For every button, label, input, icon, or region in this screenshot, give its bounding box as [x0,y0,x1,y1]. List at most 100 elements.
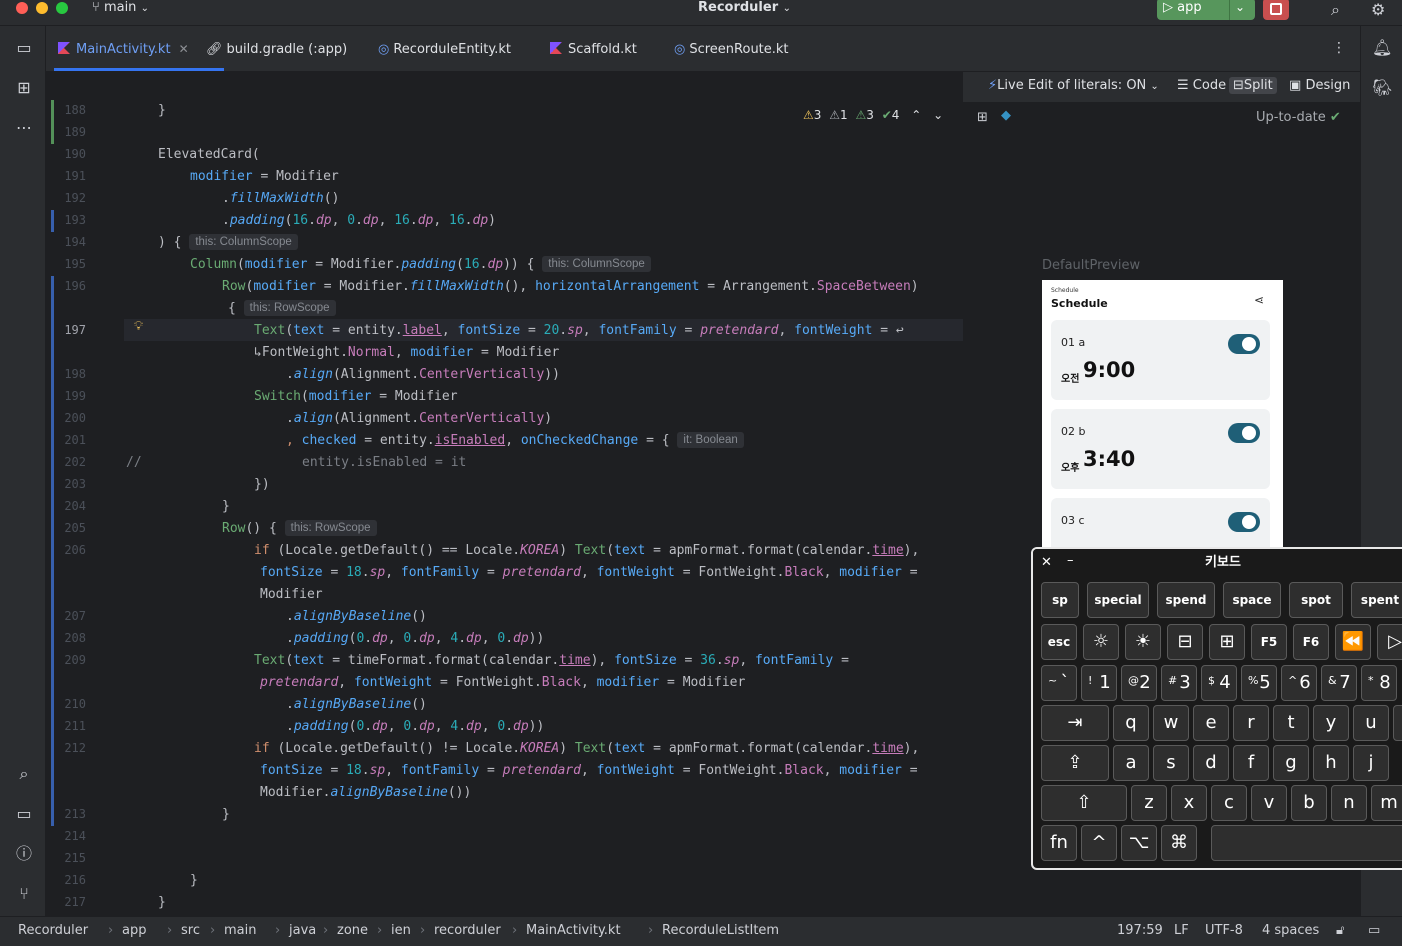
letter-key[interactable]: w [1153,705,1189,741]
letter-key[interactable]: x [1171,785,1207,821]
letter-key[interactable]: h [1313,745,1349,781]
memory-icon[interactable]: ▭ [1368,923,1380,938]
letter-key[interactable]: n [1331,785,1367,821]
number-key[interactable]: ~ ` [1041,665,1077,701]
layers-icon[interactable]: ◆ [1001,108,1011,123]
letter-key[interactable]: j [1353,745,1389,781]
line-separator[interactable]: LF [1174,923,1189,938]
breadcrumb-item[interactable]: app [122,923,146,938]
function-key[interactable]: ⊞ [1209,624,1245,660]
stop-button[interactable] [1263,0,1289,20]
git-icon[interactable]: ⑂ [14,884,34,904]
design-mode-button[interactable]: ▣ Design [1285,77,1354,94]
tab-mainactivity[interactable]: MainActivity.kt ✕ [58,42,189,57]
more-icon[interactable]: ⋯ [14,118,34,138]
tab-recorduleentity[interactable]: ◎ RecorduleEntity.kt [378,42,511,57]
search-icon[interactable]: ⌕ [1331,0,1340,20]
function-key[interactable]: ⏪ [1335,624,1371,660]
number-key[interactable]: $4 [1201,665,1237,701]
suggestion-key[interactable]: spend [1157,582,1215,618]
structure-icon[interactable]: ⊞ [14,78,34,98]
number-key[interactable]: & 7 [1321,665,1357,701]
inspection-widget[interactable]: ⚠3 ⚠1 ⚠3 ✔4 ⌃ ⌄ [803,108,943,122]
letter-key[interactable]: b [1291,785,1327,821]
letter-key[interactable]: z [1131,785,1167,821]
suggestion-key[interactable]: space [1223,582,1281,618]
terminal-icon[interactable]: ▭ [14,804,34,824]
letter-key[interactable]: i [1393,705,1402,741]
suggestion-key[interactable]: sp [1041,582,1079,618]
tab-build-gradle[interactable]: 🔗︎ build.gradle (:app) [206,42,347,57]
number-key[interactable]: ^ 6 [1281,665,1317,701]
zoom-window-button[interactable] [56,2,68,14]
gear-icon[interactable]: ⚙ [1371,0,1385,19]
cursor-position[interactable]: 197:59 [1117,923,1163,938]
function-key[interactable]: ⊟ [1167,624,1203,660]
letter-key[interactable]: q [1113,705,1149,741]
number-key[interactable]: ! 1 [1081,665,1117,701]
search-icon[interactable]: ⌕ [14,764,34,784]
layout-icon[interactable]: ⊞ [977,110,988,125]
letter-key[interactable]: a [1113,745,1149,781]
close-window-button[interactable] [16,2,28,14]
code-editor[interactable]: 188 189 190 191 192 193 194 195 196 197 198 199 200 2… [46,100,1008,916]
letter-key[interactable]: s [1153,745,1189,781]
lightbulb-icon[interactable]: 💡︎ [134,319,143,334]
number-key[interactable]: % 5 [1241,665,1277,701]
live-edit-toggle[interactable]: ⚡︎Live Edit of literals: ON ⌄ [988,78,1159,93]
run-config-button[interactable]: ▷ app ⌄ [1157,0,1255,20]
notifications-icon[interactable]: 🔔︎ [1372,38,1392,58]
close-icon[interactable]: ✕ [179,42,189,56]
letter-key[interactable]: e [1193,705,1229,741]
caps-lock-key[interactable]: ⇪ [1041,745,1109,781]
tab-scaffold[interactable]: Scaffold.kt [550,42,637,57]
letter-key[interactable]: c [1211,785,1247,821]
letter-key[interactable]: r [1233,705,1269,741]
function-key[interactable]: esc [1041,624,1077,660]
letter-key[interactable]: m [1371,785,1402,821]
breadcrumb-item[interactable]: RecorduleListItem [662,923,779,938]
shift-key[interactable]: ⇧ [1041,785,1127,821]
number-key[interactable]: @2 [1121,665,1157,701]
breadcrumb-item[interactable]: ien [391,923,411,938]
number-key[interactable]: #3 [1161,665,1197,701]
function-key[interactable]: ☼ [1083,624,1119,660]
split-mode-button[interactable]: ⊟Split [1229,77,1277,94]
breadcrumb-item[interactable]: Recorduler [18,923,88,938]
letter-key[interactable]: d [1193,745,1229,781]
letter-key[interactable]: u [1353,705,1389,741]
breadcrumb-item[interactable]: src [181,923,200,938]
suggestion-key[interactable]: special [1087,582,1149,618]
letter-key[interactable]: v [1251,785,1287,821]
breadcrumb-item[interactable]: java [289,923,316,938]
function-key[interactable]: F6 [1293,624,1329,660]
letter-key[interactable]: g [1273,745,1309,781]
chevron-down-icon[interactable]: ⌄ [1235,0,1245,14]
lock-icon[interactable]: 🔓︎ [1336,923,1344,938]
minimize-window-button[interactable] [36,2,48,14]
tab-screenroute[interactable]: ◎ ScreenRoute.kt [674,42,789,57]
function-key[interactable]: ☀ [1125,624,1161,660]
folder-icon[interactable]: ▭ [14,38,34,58]
minimize-icon[interactable]: – [1067,553,1074,568]
gradle-icon[interactable]: 🐘︎ [1372,78,1392,98]
tab-key[interactable]: ⇥ [1041,705,1109,741]
code-mode-button[interactable]: ☰ Code [1173,77,1230,94]
modifier-key[interactable]: fn [1041,825,1077,861]
chevron-down-icon[interactable]: ⌄ [933,108,943,122]
modifier-key[interactable]: ^ [1081,825,1117,861]
problems-icon[interactable]: ⓘ [14,844,34,864]
breadcrumb-item[interactable]: MainActivity.kt [526,923,621,938]
more-icon[interactable]: ⋮ [1332,40,1346,56]
function-key[interactable]: ▷ [1377,624,1402,660]
letter-key[interactable]: t [1273,705,1309,741]
letter-key[interactable]: y [1313,705,1349,741]
function-key[interactable]: F5 [1251,624,1287,660]
chevron-up-icon[interactable]: ⌃ [911,108,921,122]
suggestion-key[interactable]: spent [1351,582,1402,618]
branch-selector[interactable]: ⑂ main ⌄ [92,0,149,15]
project-selector[interactable]: Recorduler ⌄ [698,0,791,15]
number-key[interactable]: * 8 [1361,665,1397,701]
breadcrumb-item[interactable]: zone [337,923,368,938]
letter-key[interactable]: f [1233,745,1269,781]
